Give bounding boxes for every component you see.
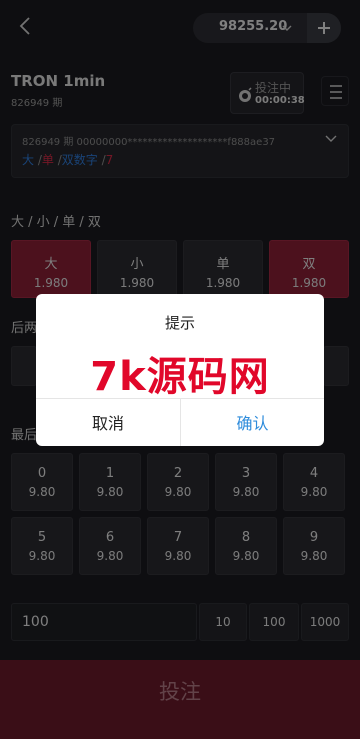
dialog-title: 提示: [164, 314, 195, 332]
confirm-dialog: 提示 7k源码网 取消 确认: [36, 294, 324, 446]
confirm-button[interactable]: 确认: [181, 398, 324, 446]
cancel-button[interactable]: 取消: [36, 398, 180, 446]
watermark: 7k源码网: [90, 354, 270, 400]
